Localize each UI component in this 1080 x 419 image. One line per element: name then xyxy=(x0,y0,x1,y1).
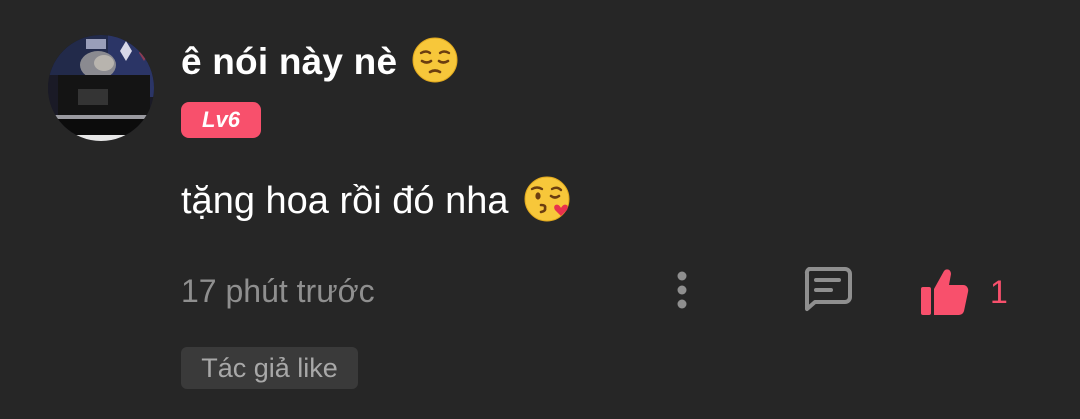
reply-button[interactable] xyxy=(798,262,856,316)
comment-icon xyxy=(804,267,852,311)
thumbs-up-icon xyxy=(921,269,969,315)
username-row: ê nói này nè xyxy=(181,36,459,89)
more-options-button[interactable] xyxy=(664,266,700,314)
comment-text: tặng hoa rồi đó nha xyxy=(181,179,509,222)
like-count: 1 xyxy=(990,273,1008,310)
like-button[interactable]: 1 xyxy=(918,264,1008,320)
timestamp: 17 phút trước xyxy=(181,273,375,309)
avatar[interactable] xyxy=(48,35,154,141)
comment-item: ê nói này nè Lv6 tặng hoa rồi đó nha 17 … xyxy=(0,0,1080,419)
author-like-badge: Tác giả like xyxy=(181,347,358,389)
level-badge: Lv6 xyxy=(181,102,261,138)
more-vertical-icon xyxy=(677,271,687,309)
face-blowing-a-kiss-emoji xyxy=(523,175,571,228)
username[interactable]: ê nói này nè xyxy=(181,41,397,83)
comment-body: tặng hoa rồi đó nha xyxy=(181,175,571,227)
pensive-face-emoji xyxy=(411,36,459,89)
